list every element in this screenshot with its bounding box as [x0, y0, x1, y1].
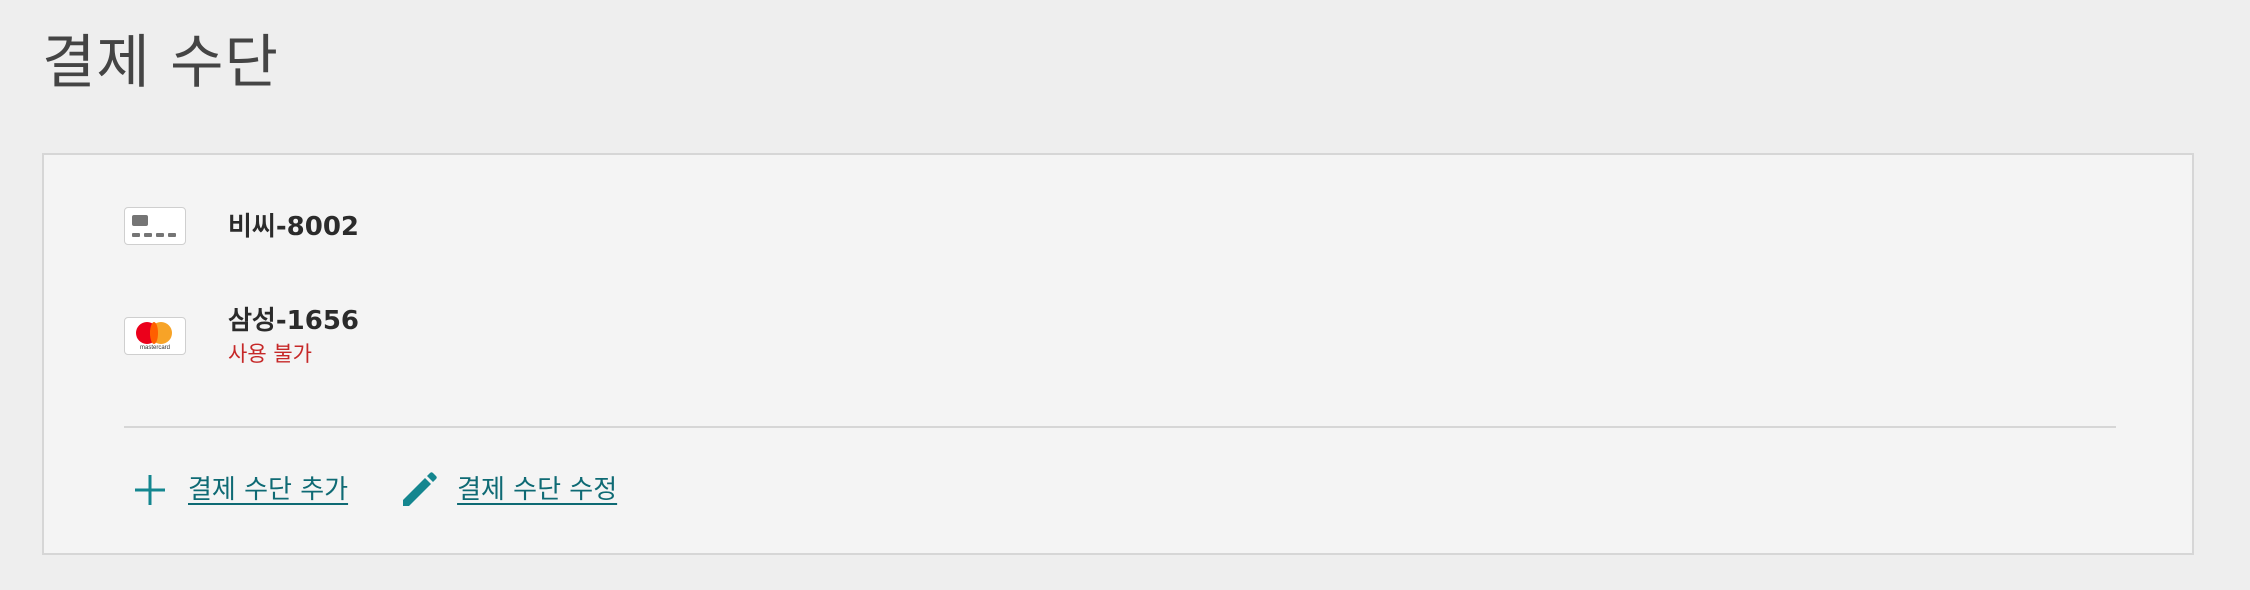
- mastercard-icon: mastercard: [124, 317, 186, 355]
- payment-methods-panel: 비씨-8002 mastercard 삼성-1656 사용 불가 결제 수단 추…: [42, 153, 2194, 555]
- payment-method-item: 비씨-8002: [124, 207, 359, 245]
- payment-method-name: 삼성-1656: [228, 306, 359, 336]
- divider: [124, 426, 2116, 428]
- page-title: 결제 수단: [42, 28, 279, 96]
- payment-method-status: 사용 불가: [228, 342, 312, 366]
- edit-payment-method-link[interactable]: 결제 수단 수정: [399, 470, 617, 510]
- generic-card-icon: [124, 207, 186, 245]
- add-payment-method-link[interactable]: 결제 수단 추가: [130, 470, 348, 510]
- payment-actions: 결제 수단 추가 결제 수단 수정: [130, 470, 617, 510]
- payment-method-name: 비씨-8002: [228, 212, 359, 242]
- pencil-icon: [403, 472, 437, 506]
- payment-method-item: mastercard 삼성-1656 사용 불가: [124, 303, 359, 369]
- add-payment-method-label: 결제 수단 추가: [188, 475, 349, 505]
- edit-payment-method-label: 결제 수단 수정: [457, 475, 618, 505]
- plus-icon: [135, 475, 165, 505]
